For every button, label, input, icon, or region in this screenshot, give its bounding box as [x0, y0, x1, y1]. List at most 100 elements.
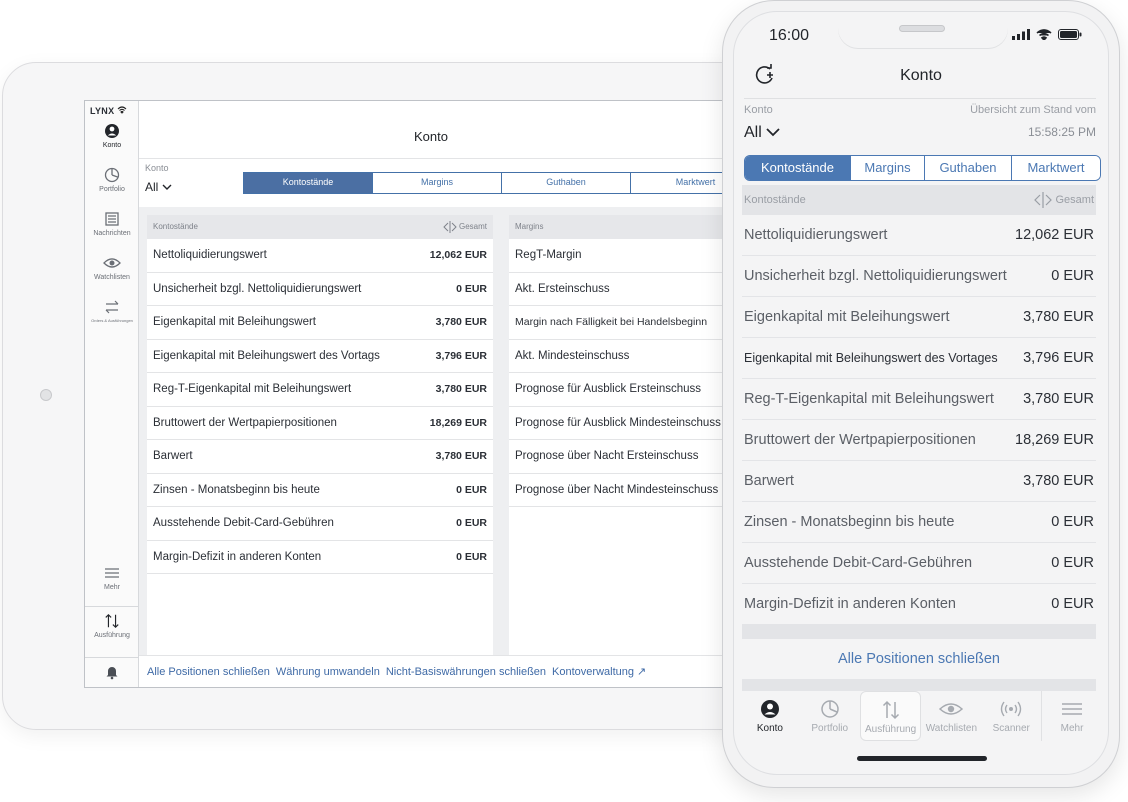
list-item: Zinsen - Monatsbeginn bis heute 0 EUR — [742, 502, 1096, 543]
table-row: Eigenkapital mit Beleihungswert des Vort… — [147, 340, 493, 373]
bell-icon — [106, 667, 118, 680]
close-non-base-currencies-link[interactable]: Nicht-Basiswährungen schließen — [386, 666, 546, 678]
side-rail: LYNX Konto Portfolio Nachrichten Watchli… — [85, 101, 139, 687]
home-indicator[interactable] — [857, 756, 987, 761]
table-row: Zinsen - Monatsbeginn bis heute 0 EUR — [147, 474, 493, 507]
balance-list: Nettoliquidierungswert 12,062 EUR Unsiche… — [742, 215, 1096, 625]
total-toggle[interactable]: Gesamt — [1034, 185, 1094, 215]
konto-selector[interactable]: All — [145, 180, 172, 194]
list-item: Eigenkapital mit Beleihungswert des Vort… — [742, 338, 1096, 379]
list-item: Margin-Defizit in anderen Konten 0 EUR — [742, 584, 1096, 625]
table-row: Prognose für Ausblick Mindesteinschuss — [509, 407, 723, 440]
tab-margins[interactable]: Margins — [851, 156, 925, 180]
eye-icon — [103, 258, 121, 268]
table-row: Barwert 3,780 EUR — [147, 440, 493, 474]
bottom-nav: Konto Portfolio Ausführung Watchlisten S… — [734, 691, 1108, 741]
wifi-icon — [117, 106, 127, 114]
chevron-down-icon — [162, 184, 172, 190]
page-title: Konto — [900, 67, 942, 84]
brand-logo: LYNX — [90, 106, 127, 116]
transfer-icon — [105, 300, 119, 314]
konto-label: Konto — [145, 163, 169, 173]
scanner-icon — [1001, 701, 1022, 717]
signal-icon — [1012, 29, 1030, 40]
convert-currency-link[interactable]: Währung umwandeln — [276, 666, 380, 678]
tablet-camera — [40, 389, 52, 401]
nav-portfolio[interactable]: Portfolio — [800, 691, 860, 741]
tab-bar: Kontostände Margins Guthaben Marktwert — [744, 155, 1101, 181]
content-area: Kontostände Gesamt Nettoliquidierungswer… — [139, 207, 723, 655]
menu-icon — [1062, 703, 1083, 715]
spacer — [742, 625, 1096, 639]
account-management-link[interactable]: Kontoverwaltung ↗ — [552, 665, 646, 678]
list-item: Ausstehende Debit-Card-Gebühren 0 EUR — [742, 543, 1096, 584]
card-header: Margins — [509, 215, 723, 239]
timestamp: 15:58:25 PM — [1027, 125, 1096, 139]
news-icon — [105, 212, 119, 226]
rail-item-ausfuehrung[interactable]: Ausführung — [85, 606, 139, 639]
rail-item-watchlisten[interactable]: Watchlisten — [85, 255, 139, 281]
rail-item-orders[interactable]: Orders & Ausführungen — [85, 299, 139, 323]
table-row: Eigenkapital mit Beleihungswert 3,780 EUR — [147, 306, 493, 340]
nav-scanner[interactable]: Scanner — [981, 691, 1041, 741]
account-icon — [105, 124, 119, 138]
account-icon — [760, 700, 779, 718]
table-row: Ausstehende Debit-Card-Gebühren 0 EUR — [147, 507, 493, 541]
portfolio-icon — [820, 700, 839, 718]
card-header: Kontostände Gesamt — [147, 215, 493, 239]
phone-device: 16:00 Konto Konto Übersicht zum Stand vo… — [722, 0, 1120, 788]
table-row: Prognose über Nacht Ersteinschuss — [509, 440, 723, 474]
tab-bar: Kontostände Margins Guthaben Marktwert — [243, 172, 723, 194]
tab-marktwert[interactable]: Marktwert — [1012, 156, 1100, 180]
divider — [744, 98, 1096, 99]
table-row: Unsicherheit bzgl. Nettoliquidierungswer… — [147, 273, 493, 306]
konto-label: Konto — [744, 104, 773, 116]
page-title: Konto — [139, 101, 723, 159]
table-row: RegT-Margin — [509, 239, 723, 273]
table-row: Nettoliquidierungswert 12,062 EUR — [147, 239, 493, 273]
tab-kontostaende[interactable]: Kontostände — [745, 156, 851, 180]
tab-margins[interactable]: Margins — [373, 173, 502, 193]
nav-konto[interactable]: Konto — [740, 691, 800, 741]
list-item: Nettoliquidierungswert 12,062 EUR — [742, 215, 1096, 256]
status-time: 16:00 — [769, 27, 810, 44]
footer-actions: Alle Positionen schließen Währung umwand… — [139, 655, 723, 687]
close-all-positions-button[interactable]: Alle Positionen schließen — [742, 639, 1096, 679]
list-item: Unsicherheit bzgl. Nettoliquidierungswer… — [742, 256, 1096, 297]
rail-item-konto[interactable]: Konto — [85, 123, 139, 149]
tab-kontostaende[interactable]: Kontostände — [244, 173, 373, 193]
expand-toggle-icon — [443, 220, 457, 233]
list-item: Barwert 3,780 EUR — [742, 461, 1096, 502]
table-row: Akt. Ersteinschuss — [509, 273, 723, 306]
table-row: Prognose für Ausblick Ersteinschuss — [509, 373, 723, 407]
list-item: Bruttowert der Wertpapierpositionen 18,26… — [742, 420, 1096, 461]
rail-item-nachrichten[interactable]: Nachrichten — [85, 211, 139, 237]
rail-item-notifications[interactable] — [85, 657, 139, 683]
speaker — [899, 25, 945, 32]
battery-icon — [1058, 29, 1082, 40]
wifi-icon — [1036, 29, 1052, 40]
tablet-screen: LYNX Konto Portfolio Nachrichten Watchli… — [84, 100, 724, 688]
chevron-down-icon — [766, 128, 780, 137]
execute-icon — [882, 700, 899, 720]
rail-item-mehr[interactable]: Mehr — [85, 565, 139, 591]
table-row: Akt. Mindesteinschuss — [509, 340, 723, 373]
margins-card: Margins RegT-Margin Akt. Ersteinschuss M… — [509, 215, 723, 655]
rail-item-portfolio[interactable]: Portfolio — [85, 167, 139, 193]
table-row: Prognose über Nacht Mindesteinschuss — [509, 474, 723, 507]
nav-watchlisten[interactable]: Watchlisten — [921, 691, 981, 741]
nav-mehr[interactable]: Mehr — [1041, 691, 1102, 741]
total-toggle[interactable]: Gesamt — [443, 215, 487, 239]
execute-icon — [105, 613, 119, 629]
close-all-positions-link[interactable]: Alle Positionen schließen — [147, 666, 270, 678]
tab-guthaben[interactable]: Guthaben — [925, 156, 1012, 180]
konto-selector[interactable]: All — [744, 124, 780, 142]
tab-marktwert[interactable]: Marktwert — [631, 173, 723, 193]
portfolio-icon — [104, 167, 120, 183]
table-row: Bruttowert der Wertpapierpositionen 18,26… — [147, 407, 493, 440]
phone-screen: 16:00 Konto Konto Übersicht zum Stand vo… — [733, 11, 1109, 775]
nav-ausfuehrung[interactable]: Ausführung — [859, 691, 922, 741]
tab-guthaben[interactable]: Guthaben — [502, 173, 631, 193]
table-row: Margin nach Fälligkeit bei Handelsbeginn — [509, 306, 723, 340]
overview-label: Übersicht zum Stand vom — [970, 104, 1096, 116]
